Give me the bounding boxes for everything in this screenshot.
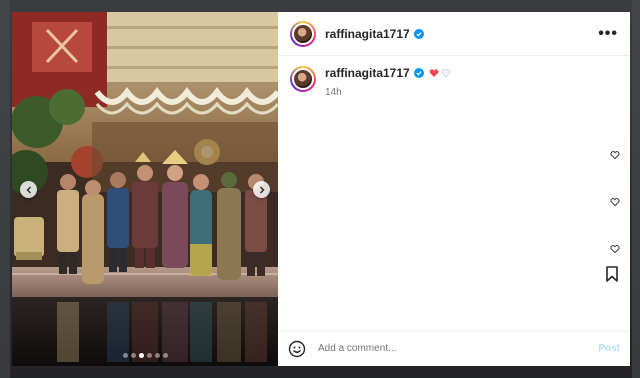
add-comment-bar: Post	[278, 331, 630, 366]
post-timestamp: 14h	[325, 87, 342, 98]
carousel-dot	[154, 353, 160, 358]
like-comment-heart-icon[interactable]	[610, 197, 620, 207]
pink-heart-icon	[429, 69, 439, 77]
post-comment-button[interactable]: Post	[598, 343, 620, 354]
author-avatar[interactable]	[290, 20, 316, 47]
author-username[interactable]: raffinagita1717	[325, 27, 410, 41]
post-modal: raffinagita1717 ••• raffinagita1717 14h …	[12, 12, 630, 366]
chevron-right-icon	[259, 186, 264, 193]
comment-input[interactable]	[316, 342, 599, 355]
carousel-dot	[146, 353, 152, 358]
like-comment-heart-icon[interactable]	[610, 244, 620, 254]
carousel-dot	[130, 353, 136, 358]
carousel-dot-active	[138, 353, 144, 358]
post-header: raffinagita1717 •••	[278, 12, 630, 56]
verified-badge-icon	[413, 28, 424, 39]
carousel-dot	[162, 353, 168, 358]
emoji-icon[interactable]	[288, 340, 306, 358]
more-options-button[interactable]: •••	[598, 25, 618, 42]
carousel-indicator	[12, 353, 278, 358]
carousel-dot	[122, 353, 128, 358]
previous-photo-button[interactable]	[20, 181, 37, 198]
caption-username[interactable]: raffinagita1717	[325, 66, 410, 80]
post-photo[interactable]	[12, 12, 278, 366]
verified-badge-icon	[413, 68, 424, 78]
save-bookmark-icon[interactable]	[605, 266, 619, 282]
comments-section: raffinagita1717 14h	[278, 56, 630, 366]
caption-emoji	[429, 68, 451, 78]
next-photo-button[interactable]	[253, 181, 270, 198]
caption: raffinagita1717 14h	[290, 66, 618, 98]
chevron-left-icon	[26, 186, 31, 193]
white-heart-icon	[441, 69, 451, 78]
caption-avatar[interactable]	[290, 66, 316, 92]
photo-illustration	[12, 12, 278, 366]
post-info-panel: raffinagita1717 ••• raffinagita1717 14h …	[278, 12, 630, 366]
like-comment-heart-icon[interactable]	[610, 150, 620, 160]
